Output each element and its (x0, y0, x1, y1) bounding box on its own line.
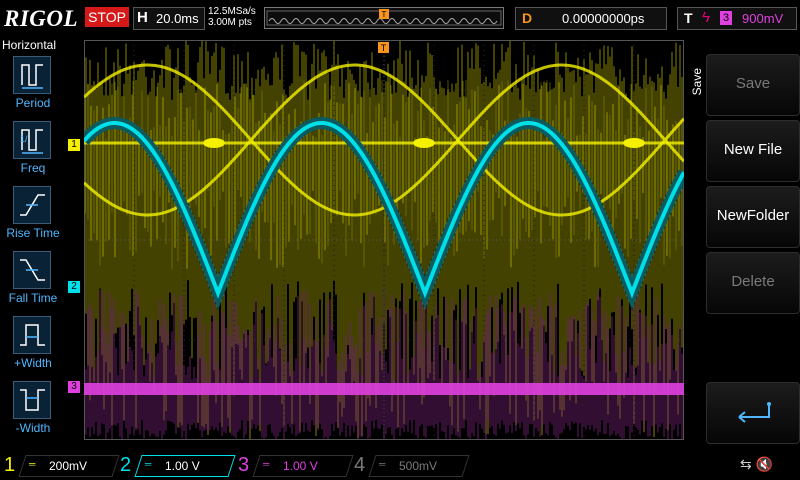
save-menu-title: Save (690, 68, 704, 96)
acquisition-info: 12.5MSa/s 3.00M pts (208, 6, 256, 28)
freq-icon: 1/ (13, 121, 51, 159)
trigger-source: 3 (720, 11, 732, 25)
channel-1-scale: 200mV (49, 459, 88, 473)
return-button[interactable] (706, 382, 800, 444)
memory-position-graphic: T (266, 9, 502, 26)
channel-4-scale: 500mV (399, 459, 438, 473)
brand-logo: RIGOL (4, 6, 79, 31)
waveform-display[interactable]: T (84, 40, 684, 440)
sound-muted-icon: 🔇 (755, 456, 774, 472)
trigger-display[interactable]: T ϟ 3 900mV (677, 7, 797, 30)
save-button[interactable]: Save (706, 54, 800, 116)
measure-period[interactable]: Period (2, 56, 60, 120)
trigger-level: 900mV (742, 11, 784, 26)
trigger-position-top-letter: T (381, 43, 387, 53)
return-arrow-icon (738, 402, 771, 423)
measure-negative-width-label: -Width (15, 421, 51, 435)
measure-positive-width-label: +Width (14, 356, 52, 370)
measure-rise-time-label: Rise Time (6, 226, 60, 240)
trigger-label: T (684, 10, 693, 26)
channel-3-scale: 1.00 V (283, 459, 318, 473)
channel-4-number: 4 (354, 454, 366, 476)
channel-1-status[interactable]: 1 ═ 200mV (0, 453, 120, 477)
measure-fall-time-label: Fall Time (8, 291, 58, 305)
rising-edge-icon: ϟ (702, 9, 710, 26)
run-stop-status[interactable]: STOP (85, 7, 129, 27)
memory-depth: 3.00M pts (208, 17, 252, 28)
save-menu: Save Save New File NewFolder Delete (686, 36, 800, 448)
dc-coupling-icon: ═ (379, 459, 386, 469)
positive-width-icon (13, 316, 51, 354)
dc-coupling-icon: ═ (145, 459, 152, 469)
ch3-trace (84, 383, 684, 395)
channel-1-number: 1 (4, 454, 16, 476)
horizontal-measure-menu: Horizontal Period 1/ Freq Rise Time Fall… (0, 36, 62, 448)
measure-negative-width[interactable]: -Width (2, 381, 60, 445)
ch1-crossing-1 (413, 138, 435, 148)
channel-2-status[interactable]: 2 ═ 1.00 V (116, 453, 236, 477)
delay-value: 0.00000000ps (562, 11, 645, 26)
svg-text:1/: 1/ (20, 134, 28, 144)
channel-3-status[interactable]: 3 ═ 1.00 V (234, 453, 354, 477)
measure-positive-width[interactable]: +Width (2, 316, 60, 380)
measure-freq[interactable]: 1/ Freq (2, 121, 60, 185)
ch3-offset-marker[interactable]: 3 (68, 381, 80, 393)
channel-2-number: 2 (120, 454, 132, 476)
rise-time-icon (13, 186, 51, 224)
period-icon (13, 56, 51, 94)
channel-status-bar: 1 ═ 200mV 2 ═ 1.00 V 3 ═ 1.00 V 4 ═ 500m… (0, 450, 800, 480)
new-file-button[interactable]: New File (706, 120, 800, 182)
save-button-label: Save (735, 75, 771, 92)
memory-position-bar[interactable]: T (264, 7, 504, 29)
channel-1-box: ═ 200mV (18, 455, 120, 477)
delay-label: D (522, 10, 533, 26)
measure-rise-time[interactable]: Rise Time (2, 186, 60, 250)
channel-4-status[interactable]: 4 ═ 500mV (350, 453, 470, 477)
fall-time-icon (13, 251, 51, 289)
dc-coupling-icon: ═ (263, 459, 270, 469)
timebase-display[interactable]: H 20.0ms (133, 7, 205, 30)
delete-button-label: Delete (731, 273, 775, 290)
ch1-crossing-0 (203, 138, 225, 148)
usb-status: ⇆ 🔇 (740, 456, 773, 473)
channel-3-box: ═ 1.00 V (252, 455, 354, 477)
dc-coupling-icon: ═ (29, 459, 36, 469)
ch1-crossing-2 (623, 138, 645, 148)
new-folder-button-label: NewFolder (716, 207, 790, 224)
measure-fall-time[interactable]: Fall Time (2, 251, 60, 315)
channel-4-box: ═ 500mV (368, 455, 470, 477)
menu-title: Horizontal (2, 38, 57, 52)
channel-2-box: ═ 1.00 V (134, 455, 236, 477)
negative-width-icon (13, 381, 51, 419)
timebase-value: 20.0ms (156, 11, 199, 26)
trigger-position-letter: T (382, 10, 387, 19)
timebase-label: H (137, 9, 148, 26)
measure-freq-label: Freq (20, 161, 46, 175)
channel-2-scale: 1.00 V (165, 459, 200, 473)
new-file-button-label: New File (723, 141, 783, 158)
new-folder-button[interactable]: NewFolder (706, 186, 800, 248)
sample-rate: 12.5MSa/s (208, 6, 256, 17)
top-status-bar: RIGOL STOP H 20.0ms 12.5MSa/s 3.00M pts … (0, 0, 800, 36)
channel-3-number: 3 (238, 454, 250, 476)
delete-button[interactable]: Delete (706, 252, 800, 314)
measure-period-label: Period (15, 96, 51, 110)
usb-icon: ⇆ (740, 456, 752, 472)
delay-display[interactable]: D 0.00000000ps (515, 7, 667, 30)
waveform-canvas: T (84, 40, 684, 440)
ch1-offset-marker[interactable]: 1 (68, 139, 80, 151)
ch3-noise (84, 290, 683, 440)
ch2-offset-marker[interactable]: 2 (68, 281, 80, 293)
